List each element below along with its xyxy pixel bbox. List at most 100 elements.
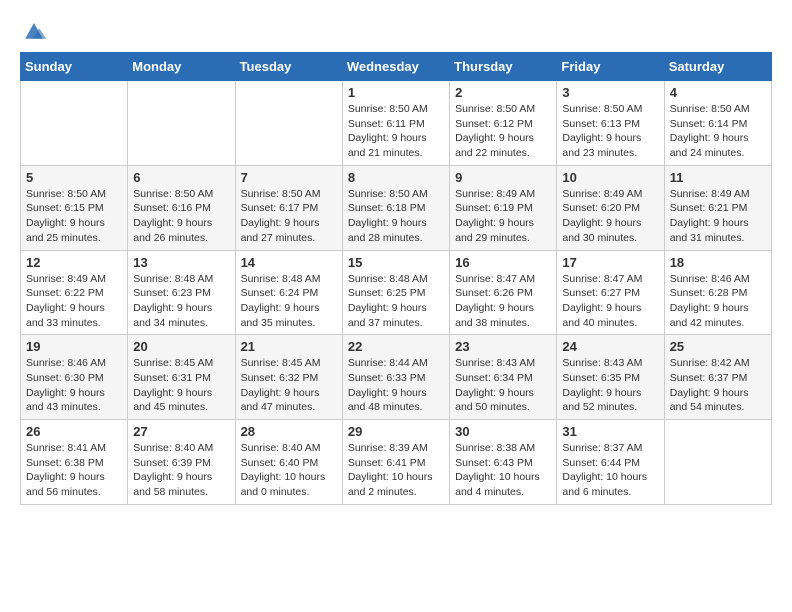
day-number: 14: [241, 255, 337, 270]
day-number: 31: [562, 424, 658, 439]
day-number: 7: [241, 170, 337, 185]
calendar-cell: 5 Sunrise: 8:50 AM Sunset: 6:15 PM Daylig…: [21, 165, 128, 250]
calendar-week-1: 1 Sunrise: 8:50 AM Sunset: 6:11 PM Daylig…: [21, 81, 772, 166]
weekday-header-wednesday: Wednesday: [342, 53, 449, 81]
calendar-cell: 2 Sunrise: 8:50 AM Sunset: 6:12 PM Daylig…: [450, 81, 557, 166]
calendar-cell: 25Sunrise: 8:42 AM Sunset: 6:37 PM Dayli…: [664, 335, 771, 420]
header-row: [20, 16, 772, 44]
calendar-cell: 29Sunrise: 8:39 AM Sunset: 6:41 PM Dayli…: [342, 420, 449, 505]
day-info: Sunrise: 8:43 AM Sunset: 6:34 PM Dayligh…: [455, 356, 551, 415]
day-info: Sunrise: 8:50 AM Sunset: 6:12 PM Dayligh…: [455, 102, 551, 161]
calendar-cell: 9 Sunrise: 8:49 AM Sunset: 6:19 PM Daylig…: [450, 165, 557, 250]
day-info: Sunrise: 8:47 AM Sunset: 6:26 PM Dayligh…: [455, 272, 551, 331]
calendar-cell: 3 Sunrise: 8:50 AM Sunset: 6:13 PM Daylig…: [557, 81, 664, 166]
day-info: Sunrise: 8:48 AM Sunset: 6:24 PM Dayligh…: [241, 272, 337, 331]
day-info: Sunrise: 8:40 AM Sunset: 6:40 PM Dayligh…: [241, 441, 337, 500]
day-info: Sunrise: 8:48 AM Sunset: 6:23 PM Dayligh…: [133, 272, 229, 331]
day-number: 21: [241, 339, 337, 354]
day-info: Sunrise: 8:50 AM Sunset: 6:18 PM Dayligh…: [348, 187, 444, 246]
calendar-cell: 10Sunrise: 8:49 AM Sunset: 6:20 PM Dayli…: [557, 165, 664, 250]
calendar-cell: 16Sunrise: 8:47 AM Sunset: 6:26 PM Dayli…: [450, 250, 557, 335]
day-info: Sunrise: 8:46 AM Sunset: 6:28 PM Dayligh…: [670, 272, 766, 331]
day-info: Sunrise: 8:37 AM Sunset: 6:44 PM Dayligh…: [562, 441, 658, 500]
calendar-cell: 26Sunrise: 8:41 AM Sunset: 6:38 PM Dayli…: [21, 420, 128, 505]
calendar-week-5: 26Sunrise: 8:41 AM Sunset: 6:38 PM Dayli…: [21, 420, 772, 505]
day-number: 20: [133, 339, 229, 354]
day-info: Sunrise: 8:45 AM Sunset: 6:32 PM Dayligh…: [241, 356, 337, 415]
day-info: Sunrise: 8:50 AM Sunset: 6:17 PM Dayligh…: [241, 187, 337, 246]
day-number: 30: [455, 424, 551, 439]
day-number: 24: [562, 339, 658, 354]
calendar-cell: 21 Sunrise: 8:45 AM Sunset: 6:32 PM Dayli…: [235, 335, 342, 420]
day-info: Sunrise: 8:49 AM Sunset: 6:21 PM Dayligh…: [670, 187, 766, 246]
calendar-cell: 15 Sunrise: 8:48 AM Sunset: 6:25 PM Dayli…: [342, 250, 449, 335]
day-number: 3: [562, 85, 658, 100]
day-number: 19: [26, 339, 122, 354]
calendar-cell: [664, 420, 771, 505]
day-number: 2: [455, 85, 551, 100]
logo-icon: [20, 16, 48, 44]
calendar-week-2: 5 Sunrise: 8:50 AM Sunset: 6:15 PM Daylig…: [21, 165, 772, 250]
day-info: Sunrise: 8:43 AM Sunset: 6:35 PM Dayligh…: [562, 356, 658, 415]
day-number: 11: [670, 170, 766, 185]
day-number: 15: [348, 255, 444, 270]
day-number: 23: [455, 339, 551, 354]
day-number: 18: [670, 255, 766, 270]
weekday-header-sunday: Sunday: [21, 53, 128, 81]
calendar-cell: 7 Sunrise: 8:50 AM Sunset: 6:17 PM Daylig…: [235, 165, 342, 250]
day-info: Sunrise: 8:40 AM Sunset: 6:39 PM Dayligh…: [133, 441, 229, 500]
calendar-cell: 11 Sunrise: 8:49 AM Sunset: 6:21 PM Dayli…: [664, 165, 771, 250]
day-number: 12: [26, 255, 122, 270]
calendar-cell: 31 Sunrise: 8:37 AM Sunset: 6:44 PM Dayli…: [557, 420, 664, 505]
calendar-week-4: 19Sunrise: 8:46 AM Sunset: 6:30 PM Dayli…: [21, 335, 772, 420]
day-info: Sunrise: 8:50 AM Sunset: 6:13 PM Dayligh…: [562, 102, 658, 161]
calendar-cell: 14 Sunrise: 8:48 AM Sunset: 6:24 PM Dayli…: [235, 250, 342, 335]
day-info: Sunrise: 8:50 AM Sunset: 6:16 PM Dayligh…: [133, 187, 229, 246]
calendar-cell: 18 Sunrise: 8:46 AM Sunset: 6:28 PM Dayli…: [664, 250, 771, 335]
day-info: Sunrise: 8:50 AM Sunset: 6:14 PM Dayligh…: [670, 102, 766, 161]
calendar-cell: 24 Sunrise: 8:43 AM Sunset: 6:35 PM Dayli…: [557, 335, 664, 420]
calendar-cell: 17Sunrise: 8:47 AM Sunset: 6:27 PM Dayli…: [557, 250, 664, 335]
weekday-header-thursday: Thursday: [450, 53, 557, 81]
day-number: 26: [26, 424, 122, 439]
day-number: 4: [670, 85, 766, 100]
day-number: 1: [348, 85, 444, 100]
calendar-cell: 12 Sunrise: 8:49 AM Sunset: 6:22 PM Dayli…: [21, 250, 128, 335]
calendar-cell: 27 Sunrise: 8:40 AM Sunset: 6:39 PM Dayli…: [128, 420, 235, 505]
calendar-cell: 20 Sunrise: 8:45 AM Sunset: 6:31 PM Dayli…: [128, 335, 235, 420]
calendar-cell: [235, 81, 342, 166]
day-info: Sunrise: 8:48 AM Sunset: 6:25 PM Dayligh…: [348, 272, 444, 331]
day-number: 27: [133, 424, 229, 439]
day-number: 9: [455, 170, 551, 185]
calendar-cell: 13 Sunrise: 8:48 AM Sunset: 6:23 PM Dayli…: [128, 250, 235, 335]
day-number: 25: [670, 339, 766, 354]
day-info: Sunrise: 8:38 AM Sunset: 6:43 PM Dayligh…: [455, 441, 551, 500]
day-info: Sunrise: 8:49 AM Sunset: 6:19 PM Dayligh…: [455, 187, 551, 246]
calendar-cell: 23 Sunrise: 8:43 AM Sunset: 6:34 PM Dayli…: [450, 335, 557, 420]
day-number: 28: [241, 424, 337, 439]
day-info: Sunrise: 8:44 AM Sunset: 6:33 PM Dayligh…: [348, 356, 444, 415]
weekday-header-row: SundayMondayTuesdayWednesdayThursdayFrid…: [21, 53, 772, 81]
day-number: 5: [26, 170, 122, 185]
calendar-cell: 4 Sunrise: 8:50 AM Sunset: 6:14 PM Daylig…: [664, 81, 771, 166]
day-number: 10: [562, 170, 658, 185]
day-info: Sunrise: 8:45 AM Sunset: 6:31 PM Dayligh…: [133, 356, 229, 415]
calendar-cell: 1 Sunrise: 8:50 AM Sunset: 6:11 PM Daylig…: [342, 81, 449, 166]
calendar-cell: 28 Sunrise: 8:40 AM Sunset: 6:40 PM Dayli…: [235, 420, 342, 505]
calendar-cell: 19Sunrise: 8:46 AM Sunset: 6:30 PM Dayli…: [21, 335, 128, 420]
calendar-table: SundayMondayTuesdayWednesdayThursdayFrid…: [20, 52, 772, 505]
day-info: Sunrise: 8:50 AM Sunset: 6:15 PM Dayligh…: [26, 187, 122, 246]
day-number: 22: [348, 339, 444, 354]
day-info: Sunrise: 8:39 AM Sunset: 6:41 PM Dayligh…: [348, 441, 444, 500]
calendar-cell: 22 Sunrise: 8:44 AM Sunset: 6:33 PM Dayli…: [342, 335, 449, 420]
day-info: Sunrise: 8:50 AM Sunset: 6:11 PM Dayligh…: [348, 102, 444, 161]
calendar-cell: 6Sunrise: 8:50 AM Sunset: 6:16 PM Daylig…: [128, 165, 235, 250]
weekday-header-tuesday: Tuesday: [235, 53, 342, 81]
day-info: Sunrise: 8:49 AM Sunset: 6:22 PM Dayligh…: [26, 272, 122, 331]
logo: [20, 16, 52, 44]
day-number: 17: [562, 255, 658, 270]
weekday-header-saturday: Saturday: [664, 53, 771, 81]
day-number: 8: [348, 170, 444, 185]
calendar-cell: 30 Sunrise: 8:38 AM Sunset: 6:43 PM Dayli…: [450, 420, 557, 505]
day-number: 13: [133, 255, 229, 270]
